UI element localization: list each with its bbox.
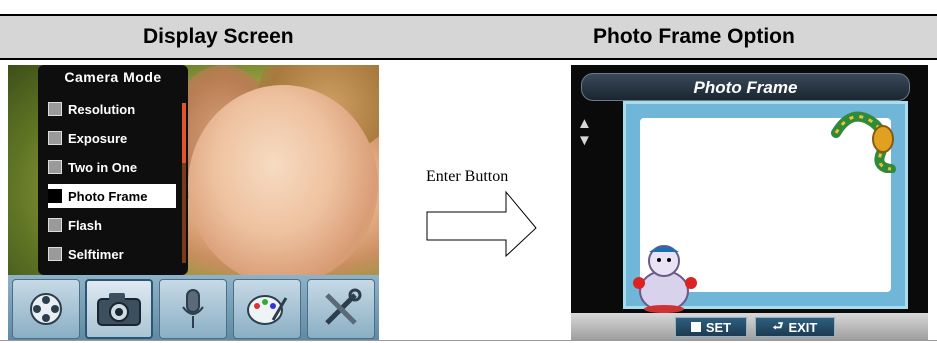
stop-square-icon [690, 322, 701, 332]
bottom-rule [0, 340, 937, 341]
snowman-icon [633, 245, 697, 313]
menu-item-label: Photo Frame [68, 188, 148, 204]
menu-item-resolution[interactable]: Resolution [48, 97, 176, 121]
photo-frame-icon [48, 189, 62, 203]
selftimer-icon [48, 247, 62, 261]
bottom-bar: SET ⮐ EXIT [571, 313, 928, 341]
menu-scroll-thumb[interactable] [182, 103, 186, 163]
table-header [0, 16, 937, 58]
palette-icon [247, 295, 288, 325]
camera-mode-menu: Camera Mode Resolution Exposure Two in O… [38, 65, 188, 275]
microphone-icon [182, 289, 204, 328]
exposure-icon [48, 131, 62, 145]
menu-item-two-in-one[interactable]: Two in One [48, 155, 176, 179]
right-arrow-icon [426, 190, 537, 258]
display-screen: Camera Mode Resolution Exposure Two in O… [8, 65, 379, 341]
menu-item-selftimer[interactable]: Selftimer [48, 242, 176, 266]
voice-mode-button[interactable] [159, 279, 227, 339]
exit-label: EXIT [788, 319, 818, 335]
resolution-icon [48, 102, 62, 116]
set-label: SET [705, 319, 732, 335]
flash-icon [48, 218, 62, 232]
title-bar: Photo Frame [581, 73, 910, 101]
film-reel-icon [30, 293, 62, 325]
two-in-one-icon [48, 160, 62, 174]
menu-item-exposure[interactable]: Exposure [48, 126, 176, 150]
menu-item-label: Selftimer [68, 246, 124, 262]
photo-background-child [188, 85, 378, 285]
set-button[interactable]: SET [675, 317, 747, 337]
menu-item-label: Exposure [68, 130, 128, 146]
right-column-heading: Photo Frame Option [593, 25, 795, 48]
menu-title: Camera Mode [64, 69, 162, 85]
menu-item-flash[interactable]: Flash [48, 213, 176, 237]
setup-mode-button[interactable] [307, 279, 375, 339]
tools-icon [325, 288, 362, 325]
header-rule [0, 58, 937, 60]
snake-icon [831, 111, 896, 173]
playback-mode-button[interactable] [233, 279, 301, 339]
menu-item-label: Resolution [68, 101, 136, 117]
return-icon: ⮐ [772, 318, 784, 333]
exit-button[interactable]: ⮐ EXIT [755, 317, 835, 337]
screen-title: Photo Frame [693, 78, 798, 97]
camera-icon [97, 293, 141, 326]
movie-mode-button[interactable] [12, 279, 80, 339]
photo-frame-screen: Photo Frame ▲ ▼ SET ⮐ EXIT [571, 65, 928, 341]
menu-item-label: Two in One [68, 159, 138, 175]
left-column-heading: Display Screen [143, 25, 294, 48]
mode-toolbar [8, 275, 379, 341]
menu-item-photo-frame[interactable]: Photo Frame [48, 184, 176, 208]
menu-item-label: Flash [68, 217, 102, 233]
camera-mode-button[interactable] [85, 279, 153, 339]
up-down-arrows-icon[interactable]: ▲ ▼ [577, 115, 592, 149]
